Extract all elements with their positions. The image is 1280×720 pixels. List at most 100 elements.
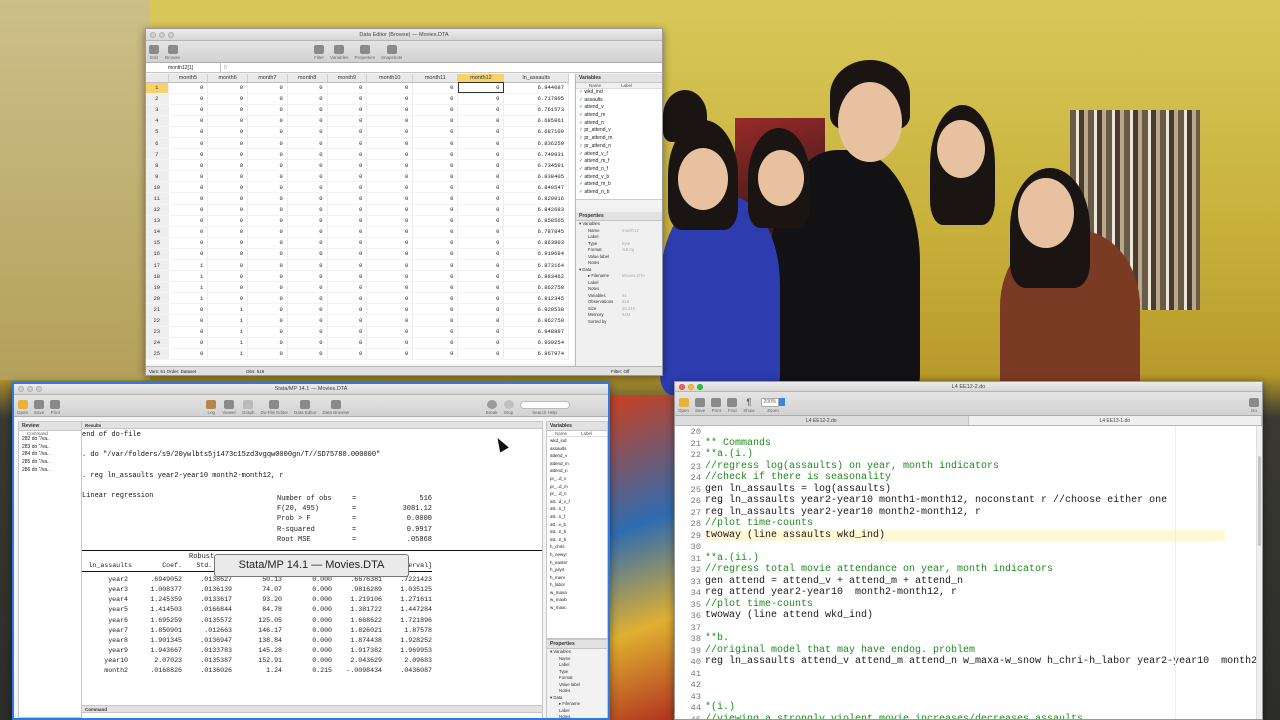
variable-item[interactable]: h_easter xyxy=(547,559,607,567)
data-cell[interactable]: 0 xyxy=(327,348,368,360)
minimize-button[interactable] xyxy=(159,32,165,38)
data-cell[interactable]: 0 xyxy=(168,337,209,349)
data-cell[interactable]: 0 xyxy=(247,159,288,172)
data-cell[interactable]: 1 xyxy=(168,281,209,294)
data-cell[interactable]: 0 xyxy=(168,82,209,94)
variable-item[interactable]: w_maxb xyxy=(547,596,607,604)
data-cell[interactable]: 0 xyxy=(287,303,328,316)
data-cell[interactable]: 0 xyxy=(412,270,459,283)
data-cell[interactable]: 1 xyxy=(168,270,209,283)
data-cell[interactable]: 0 xyxy=(168,314,209,327)
data-cell[interactable]: 0 xyxy=(168,115,209,127)
dofile-editor-window[interactable]: L4 EE12-2.do Open Save Print Find ¶ Show … xyxy=(674,381,1263,720)
data-cell[interactable]: 0 xyxy=(366,137,414,150)
data-grid[interactable]: month5 month6 month7 month8 month9 month10 mon… xyxy=(146,74,574,364)
data-cell[interactable]: 0 xyxy=(366,248,414,261)
data-cell[interactable]: 0 xyxy=(287,82,328,94)
data-cell[interactable]: 0 xyxy=(247,93,288,105)
data-cell[interactable]: 0 xyxy=(287,137,328,150)
data-cell[interactable]: 0 xyxy=(412,248,459,261)
data-cell[interactable]: 6.948897 xyxy=(503,326,569,338)
data-cell[interactable]: 0 xyxy=(457,259,505,272)
data-cell[interactable]: 0 xyxy=(412,204,459,216)
variable-item[interactable]: att...n_f xyxy=(547,513,607,521)
variable-item[interactable]: ✓ attend_n_f xyxy=(576,166,662,174)
data-cell[interactable]: 0 xyxy=(327,248,368,261)
data-cell[interactable]: 0 xyxy=(168,248,209,261)
checkbox-icon[interactable]: ✓ xyxy=(579,189,583,197)
data-cell[interactable]: 0 xyxy=(287,259,328,272)
data-cell[interactable]: 0 xyxy=(366,126,414,138)
data-cell[interactable]: 0 xyxy=(207,82,248,94)
variable-item[interactable]: wkd_ind xyxy=(547,437,607,445)
data-cell[interactable]: 0 xyxy=(247,337,288,349)
review-item[interactable]: 282 do "/va.. xyxy=(19,436,81,444)
browse-button[interactable]: Browse xyxy=(165,45,180,60)
data-cell[interactable]: 0 xyxy=(327,159,368,172)
data-cell[interactable]: 0 xyxy=(247,192,288,205)
data-cell[interactable]: 1 xyxy=(168,292,209,305)
data-cell[interactable]: 0 xyxy=(366,104,414,116)
data-cell[interactable]: 0 xyxy=(287,292,328,305)
data-cell[interactable]: 0 xyxy=(287,204,328,216)
data-cell[interactable]: 6.734591 xyxy=(503,159,569,172)
data-cell[interactable]: 0 xyxy=(366,93,414,105)
data-cell[interactable]: 0 xyxy=(287,314,328,327)
data-cell[interactable]: 0 xyxy=(457,137,505,150)
data-cell[interactable]: 6.787845 xyxy=(503,226,569,238)
editor-scrollbar[interactable] xyxy=(1256,426,1262,719)
data-cell[interactable]: 0 xyxy=(327,148,368,161)
break-button[interactable]: Break xyxy=(486,400,498,415)
variable-item[interactable]: h_mem xyxy=(547,574,607,582)
data-cell[interactable]: 0 xyxy=(327,226,368,238)
data-cell[interactable]: 0 xyxy=(412,82,459,94)
column-header-ln_assaults[interactable]: ln_assaults xyxy=(503,74,569,83)
variable-item[interactable]: ✓ attend_n_b xyxy=(576,189,662,197)
column-header-month5[interactable]: month5 xyxy=(168,74,209,83)
variable-item[interactable]: att...d_v_f xyxy=(547,498,607,506)
table-row[interactable]: 16 0 0 0 0 0 0 0 0 6.919684 xyxy=(146,248,569,261)
data-cell[interactable]: 0 xyxy=(287,326,328,338)
table-row[interactable]: 9 0 0 0 0 0 0 0 0 6.838405 xyxy=(146,170,569,183)
data-cell[interactable]: 0 xyxy=(412,303,459,316)
data-cell[interactable]: 1 xyxy=(207,337,248,349)
data-cell[interactable]: 0 xyxy=(168,104,209,116)
data-cell[interactable]: 1 xyxy=(207,303,248,316)
data-cell[interactable]: 0 xyxy=(168,226,209,238)
data-cell[interactable]: 0 xyxy=(327,215,368,227)
data-cell[interactable]: 6.685861 xyxy=(503,115,569,127)
data-cell[interactable]: 0 xyxy=(247,248,288,261)
table-row[interactable]: 22 0 1 0 0 0 0 0 0 6.862758 xyxy=(146,314,569,327)
data-cell[interactable]: 0 xyxy=(327,170,368,183)
column-header-month12[interactable]: month12 xyxy=(457,74,505,83)
data-cell[interactable]: 0 xyxy=(247,104,288,116)
data-cell[interactable]: 0 xyxy=(287,159,328,172)
table-row[interactable]: 15 0 0 0 0 0 0 0 0 6.863803 xyxy=(146,237,569,249)
data-cell[interactable]: 6.873164 xyxy=(503,259,569,272)
data-cell[interactable]: 0 xyxy=(207,226,248,238)
zoom-dropdown-icon[interactable] xyxy=(779,398,786,406)
data-cell[interactable]: 6.820016 xyxy=(503,192,569,205)
data-cell[interactable]: 0 xyxy=(457,215,505,227)
data-cell[interactable]: 0 xyxy=(457,337,505,349)
data-cell[interactable]: 0 xyxy=(412,148,459,161)
search-help[interactable]: Search Help xyxy=(519,401,570,415)
data-cell[interactable]: 0 xyxy=(412,259,459,272)
data-cell[interactable]: 6.883462 xyxy=(503,270,569,283)
data-cell[interactable]: 0 xyxy=(412,159,459,172)
minimize-button[interactable] xyxy=(27,386,33,392)
data-cell[interactable]: 0 xyxy=(366,148,414,161)
data-cell[interactable]: 0 xyxy=(366,82,414,94)
data-cell[interactable]: 0 xyxy=(457,115,505,127)
zoom-button[interactable] xyxy=(36,386,42,392)
data-cell[interactable]: 0 xyxy=(457,170,505,183)
filter-button[interactable]: Filter xyxy=(314,45,325,60)
graph-button[interactable]: Graph xyxy=(242,400,254,415)
data-cell[interactable]: 0 xyxy=(247,181,288,194)
variable-item[interactable]: ✓ attend_v_b xyxy=(576,174,662,182)
data-cell[interactable]: 0 xyxy=(207,281,248,294)
variable-item[interactable]: att...n_b xyxy=(547,536,607,544)
data-cell[interactable]: 0 xyxy=(366,348,414,360)
data-cell[interactable]: 0 xyxy=(247,170,288,183)
column-header-month8[interactable]: month8 xyxy=(287,74,328,83)
